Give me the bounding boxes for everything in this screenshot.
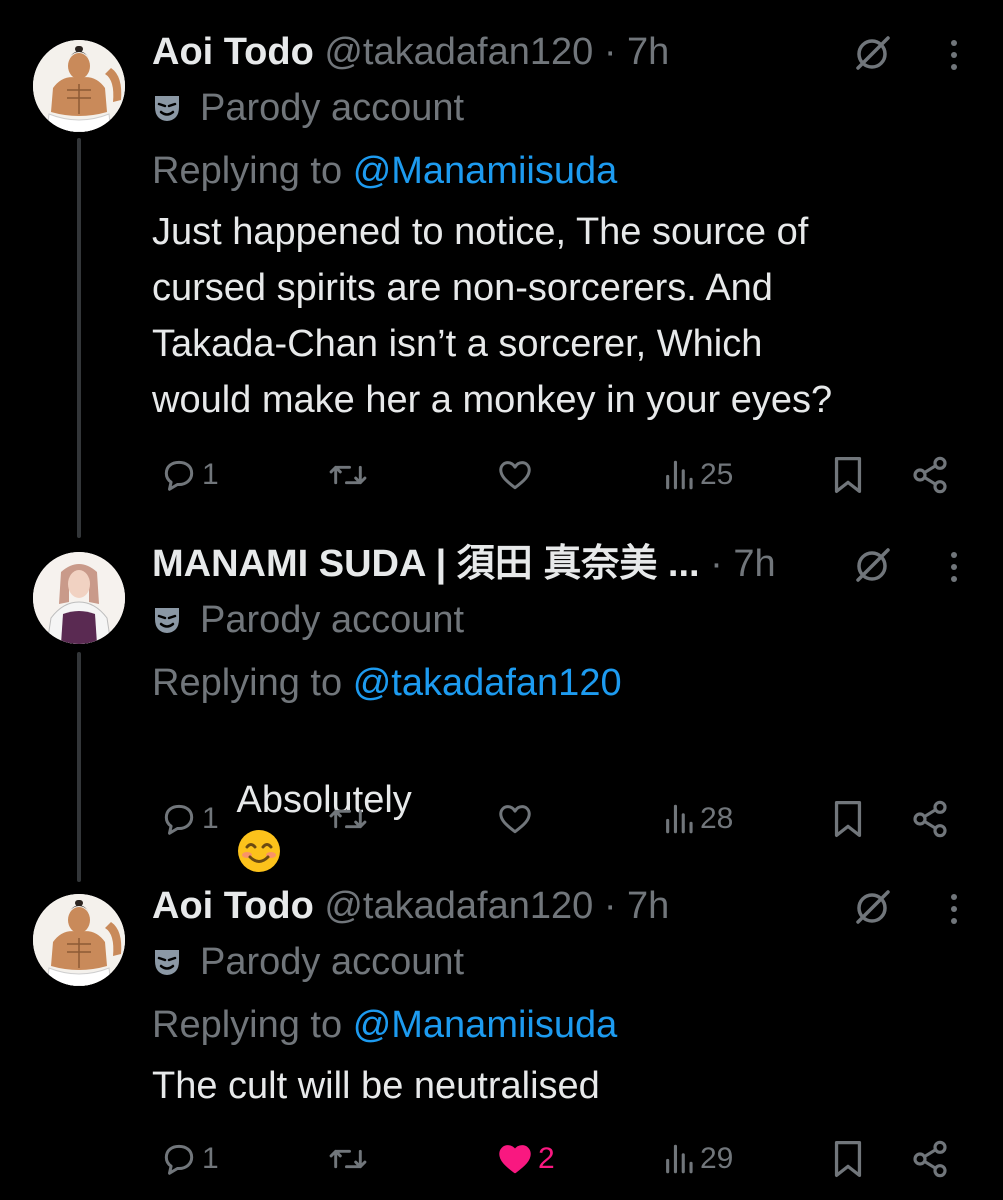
- repost-button[interactable]: [328, 450, 372, 500]
- parody-badge: Parody account: [152, 940, 972, 984]
- heart-filled-icon: [499, 1145, 531, 1174]
- name-truncation: ...: [667, 543, 700, 585]
- tweet-text: Just happened to notice, The source of c…: [152, 211, 833, 421]
- heart-icon: [499, 805, 531, 834]
- repost-button[interactable]: [328, 1134, 372, 1184]
- tweet-header: MANAMI SUDA | 須田 真奈美 ... · 7h: [152, 542, 972, 586]
- timestamp[interactable]: 7h: [627, 31, 669, 73]
- share-button[interactable]: [910, 450, 950, 500]
- share-icon: [913, 1140, 947, 1178]
- parody-mask-icon: [155, 608, 179, 633]
- like-count: 2: [538, 1142, 555, 1175]
- reply-count: 1: [202, 802, 219, 835]
- user-handle[interactable]: @takadafan120: [324, 885, 593, 927]
- reply-button[interactable]: 1: [160, 794, 219, 844]
- parody-label: Parody account: [200, 599, 465, 641]
- like-button[interactable]: [496, 450, 538, 500]
- views-button[interactable]: 28: [662, 794, 733, 844]
- replying-label: Replying to: [152, 662, 343, 704]
- bookmark-icon: [834, 801, 862, 837]
- muscular-anime-character-avatar: [33, 894, 125, 986]
- action-bar: 1 25: [0, 450, 1003, 500]
- view-count: 25: [700, 458, 734, 491]
- parody-label: Parody account: [200, 87, 465, 129]
- mention-link[interactable]: @Manamiisuda: [353, 150, 618, 192]
- more-options-icon[interactable]: [946, 892, 962, 926]
- tweet[interactable]: MANAMI SUDA | 須田 真奈美 ... · 7h Parody acc…: [0, 542, 1003, 872]
- reply-icon: [164, 460, 194, 491]
- share-button[interactable]: [910, 1134, 950, 1184]
- avatar[interactable]: [33, 40, 125, 132]
- share-icon: [913, 800, 947, 838]
- reply-icon: [164, 1144, 194, 1175]
- mention-link[interactable]: @takadafan120: [353, 662, 622, 704]
- replying-to: Replying to @Manamiisuda: [152, 1002, 972, 1048]
- parody-mask-icon: [155, 96, 179, 121]
- more-options-icon[interactable]: [946, 550, 962, 584]
- reply-count: 1: [202, 458, 219, 491]
- parody-label: Parody account: [200, 941, 465, 983]
- muscular-anime-character-avatar: [33, 40, 125, 132]
- like-button[interactable]: [496, 794, 538, 844]
- bookmark-icon: [834, 1140, 862, 1177]
- tweet-header: Aoi Todo @takadafan120 · 7h: [152, 884, 972, 928]
- tweet[interactable]: Aoi Todo @takadafan120 · 7h Parody accou…: [0, 30, 1003, 500]
- view-count: 29: [700, 1142, 734, 1175]
- tweet-header: Aoi Todo @takadafan120 · 7h: [152, 30, 972, 74]
- repost-icon: [329, 809, 367, 829]
- parody-mask-icon: [155, 950, 179, 975]
- grok-icon[interactable]: [850, 886, 894, 930]
- replying-label: Replying to: [152, 150, 343, 192]
- display-name[interactable]: Aoi Todo: [152, 885, 314, 927]
- reply-button[interactable]: 1: [160, 1134, 219, 1184]
- mention-link[interactable]: @Manamiisuda: [353, 1004, 618, 1046]
- timestamp[interactable]: 7h: [733, 543, 775, 585]
- analytics-icon: [666, 460, 693, 490]
- anime-woman-purple-top-avatar: [33, 552, 125, 644]
- action-bar: 1 28: [0, 794, 1003, 844]
- reply-icon: [164, 804, 194, 835]
- bookmark-button[interactable]: [830, 450, 866, 500]
- analytics-icon: [666, 804, 693, 834]
- repost-icon: [329, 465, 367, 485]
- repost-icon: [329, 1149, 367, 1169]
- share-icon: [913, 456, 947, 494]
- heart-icon: [499, 461, 531, 490]
- action-bar: 1 2 29: [0, 1134, 1003, 1184]
- separator-dot: ·: [603, 31, 617, 73]
- grok-icon[interactable]: [850, 544, 894, 588]
- share-button[interactable]: [910, 794, 950, 844]
- replying-label: Replying to: [152, 1004, 343, 1046]
- parody-badge: Parody account: [152, 86, 972, 130]
- more-options-icon[interactable]: [946, 38, 962, 72]
- like-button[interactable]: 2: [496, 1134, 555, 1184]
- repost-button[interactable]: [328, 794, 372, 844]
- tweet[interactable]: Aoi Todo @takadafan120 · 7h Parody accou…: [0, 884, 1003, 1200]
- display-name[interactable]: MANAMI SUDA | 須田 真奈美: [152, 543, 657, 585]
- parody-badge: Parody account: [152, 598, 972, 642]
- views-button[interactable]: 29: [662, 1134, 733, 1184]
- timestamp[interactable]: 7h: [627, 885, 669, 927]
- separator-dot: ·: [710, 543, 723, 585]
- user-handle[interactable]: @takadafan120: [324, 31, 593, 73]
- bookmark-button[interactable]: [830, 1134, 866, 1184]
- views-button[interactable]: 25: [662, 450, 733, 500]
- replying-to: Replying to @takadafan120: [152, 660, 972, 706]
- avatar[interactable]: [33, 552, 125, 644]
- separator-dot: ·: [603, 885, 617, 927]
- tweet-text: The cult will be neutralised: [152, 1065, 600, 1107]
- bookmark-icon: [834, 457, 862, 493]
- replying-to: Replying to @Manamiisuda: [152, 148, 972, 194]
- display-name[interactable]: Aoi Todo: [152, 31, 314, 73]
- analytics-icon: [666, 1144, 693, 1174]
- bookmark-button[interactable]: [830, 794, 866, 844]
- grok-icon[interactable]: [850, 32, 894, 76]
- view-count: 28: [700, 802, 734, 835]
- reply-button[interactable]: 1: [160, 450, 219, 500]
- reply-count: 1: [202, 1142, 219, 1175]
- avatar[interactable]: [33, 894, 125, 986]
- reply-thread: Aoi Todo @takadafan120 · 7h Parody accou…: [0, 0, 1003, 1200]
